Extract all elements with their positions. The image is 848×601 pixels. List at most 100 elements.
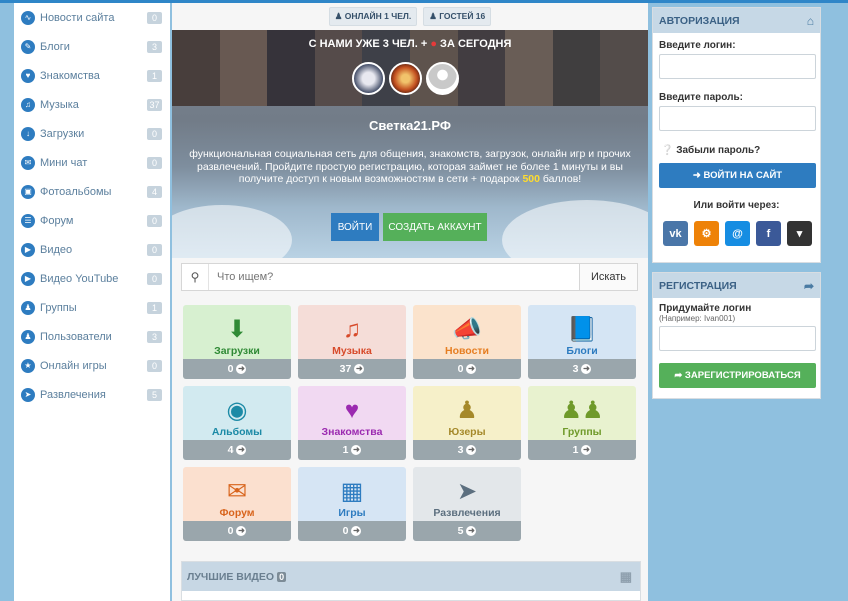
best-videos-panel: ЛУЧШИЕ ВИДЕО 0 ▦: [181, 561, 641, 601]
sidebar: ∿ Новости сайта 0 ✎ Блоги 3 ♥ Знакомства 1 ♫ Музык…: [14, 3, 170, 601]
best-videos-title: ЛУЧШИЕ ВИДЕО: [187, 570, 275, 583]
create-account-button[interactable]: СОЗДАТЬ АККАУНТ: [383, 213, 487, 241]
member-avatar[interactable]: [389, 62, 422, 95]
sidebar-item-label: Форум: [40, 214, 74, 227]
book-icon: 📘: [567, 316, 597, 343]
login-field[interactable]: [659, 54, 816, 79]
heart-icon: ♥: [21, 68, 35, 83]
games-icon: ★: [21, 358, 35, 373]
sidebar-item-label: Развлечения: [40, 388, 106, 401]
sidebar-item-label: Мини чат: [40, 156, 88, 169]
section-tile[interactable]: ▦ Игры 0 ➜: [298, 467, 406, 541]
sidebar-item[interactable]: ✉ Мини чат 0: [14, 148, 170, 177]
section-tile[interactable]: ⬇ Загрузки 0 ➜: [183, 305, 291, 379]
film-icon: ▦: [619, 568, 632, 584]
member-avatar[interactable]: [352, 62, 385, 95]
arrow-right-icon: ➜: [581, 364, 592, 374]
section-tile-body: ♟♟ Группы: [528, 386, 636, 440]
section-tile[interactable]: ♟♟ Группы 1 ➜: [528, 386, 636, 460]
section-tile-label: Загрузки: [214, 345, 260, 357]
section-tile[interactable]: ♫ Музыка 37 ➜: [298, 305, 406, 379]
banner-title-part1: С НАМИ УЖЕ 3 ЧЕЛ. +: [308, 38, 428, 50]
section-tile-count-bar: 0 ➜: [413, 359, 521, 379]
password-field[interactable]: [659, 106, 816, 131]
sidebar-item-count: 3: [147, 40, 162, 53]
register-label: ЗАРЕГИСТРИРОВАТЬСЯ: [684, 370, 801, 381]
section-tile-count-bar: 3 ➜: [528, 359, 636, 379]
section-tile-count: 0: [227, 525, 234, 537]
section-tile[interactable]: ◉ Альбомы 4 ➜: [183, 386, 291, 460]
section-tile-count-bar: 0 ➜: [298, 521, 406, 541]
sidebar-item[interactable]: ▶ Видео YouTube 0: [14, 264, 170, 293]
forum-icon: ☰: [21, 213, 35, 228]
section-tile[interactable]: ♥ Знакомства 1 ➜: [298, 386, 406, 460]
sidebar-item[interactable]: ▣ Фотоальбомы 4: [14, 177, 170, 206]
sidebar-item[interactable]: ♟ Пользователи 3: [14, 322, 170, 351]
online-count-button[interactable]: ♟ ОНЛАЙН 1 ЧЕЛ.: [328, 7, 418, 26]
sidebar-item[interactable]: ★ Онлайн игры 0: [14, 351, 170, 380]
section-tile[interactable]: 📣 Новости 0 ➜: [413, 305, 521, 379]
photo-icon: ▣: [21, 184, 35, 199]
section-tile-label: Знакомства: [321, 426, 383, 438]
guests-count-button[interactable]: ♟ ГОСТЕЙ 16: [423, 7, 492, 26]
section-tile-count: 1: [342, 444, 349, 456]
arrow-right-icon: ➜: [354, 364, 365, 374]
section-tile-count-bar: 1 ➜: [528, 440, 636, 460]
section-tile-label: Юзеры: [448, 426, 486, 438]
section-tile-label: Новости: [444, 345, 490, 357]
sidebar-item[interactable]: ☰ Форум 0: [14, 206, 170, 235]
sidebar-item[interactable]: ♥ Знакомства 1: [14, 61, 170, 90]
social-login: vk ⚙ @ f ▾: [653, 221, 820, 246]
sidebar-item[interactable]: ↓ Загрузки 0: [14, 119, 170, 148]
section-tile-body: ⬇ Загрузки: [183, 305, 291, 359]
sidebar-item-count: 0: [147, 214, 162, 227]
user-icon: ♟: [456, 397, 478, 424]
section-tile-count: 4: [227, 444, 234, 456]
register-button[interactable]: ➦ ЗАРЕГИСТРИРОВАТЬСЯ: [659, 363, 816, 388]
login-hint: (Например: Ivan001): [659, 314, 736, 323]
auth-header: АВТОРИЗАЦИЯ ⌂: [653, 8, 820, 33]
search-input[interactable]: [209, 264, 579, 290]
sidebar-item[interactable]: ♫ Музыка 37: [14, 90, 170, 119]
search-button[interactable]: Искать: [579, 264, 637, 290]
section-tile[interactable]: ♟ Юзеры 3 ➜: [413, 386, 521, 460]
online-bar: ♟ ОНЛАЙН 1 ЧЕЛ. ♟ ГОСТЕЙ 16: [172, 3, 648, 30]
section-tile-body: ➤ Развлечения: [413, 467, 521, 521]
vk-icon[interactable]: vk: [663, 221, 688, 246]
online-label: ОНЛАЙН 1 ЧЕЛ.: [344, 11, 412, 21]
facebook-icon[interactable]: f: [756, 221, 781, 246]
default-avatar[interactable]: [426, 62, 459, 95]
sidebar-item-count: 0: [147, 272, 162, 285]
sidebar-item[interactable]: ▶ Видео 0: [14, 235, 170, 264]
sidebar-item-count: 3: [147, 330, 162, 343]
auth-title: АВТОРИЗАЦИЯ: [659, 14, 740, 27]
login-button[interactable]: ВОЙТИ: [331, 213, 379, 241]
odnoklassniki-icon[interactable]: ⚙: [694, 221, 719, 246]
more-networks-icon[interactable]: ▾: [787, 221, 812, 246]
sidebar-item-label: Видео: [40, 243, 73, 256]
mailru-icon[interactable]: @: [725, 221, 750, 246]
banner-title-part2: ЗА СЕГОДНЯ: [440, 38, 512, 50]
section-tile-body: ♥ Знакомства: [298, 386, 406, 440]
section-tile-count: 5: [457, 525, 464, 537]
section-tile[interactable]: ➤ Развлечения 5 ➜: [413, 467, 521, 541]
sidebar-item[interactable]: ➤ Развлечения 5: [14, 380, 170, 409]
section-tile[interactable]: 📘 Блоги 3 ➜: [528, 305, 636, 379]
new-today-dot: ●: [430, 38, 437, 50]
sidebar-item[interactable]: ∿ Новости сайта 0: [14, 3, 170, 32]
section-tile[interactable]: ✉ Форум 0 ➜: [183, 467, 291, 541]
password-label: Введите пароль:: [659, 92, 743, 103]
site-login-button[interactable]: ➜ ВОЙТИ НА САЙТ: [659, 163, 816, 188]
cubes-icon: ▦: [340, 478, 364, 505]
sidebar-item[interactable]: ✎ Блоги 3: [14, 32, 170, 61]
new-login-field[interactable]: [659, 326, 816, 351]
sidebar-item[interactable]: ♟ Группы 1: [14, 293, 170, 322]
video-icon: ▶: [21, 242, 35, 257]
arrow-right-icon: ➜: [236, 445, 247, 455]
forgot-password-link[interactable]: ❔ Забыли пароль?: [653, 145, 820, 156]
sidebar-item-count: 1: [147, 69, 162, 82]
sidebar-list: ∿ Новости сайта 0 ✎ Блоги 3 ♥ Знакомства 1 ♫ Музык…: [14, 3, 170, 409]
site-login-label: ВОЙТИ НА САЙТ: [703, 170, 783, 181]
arrow-right-icon: ➜: [466, 526, 477, 536]
download-icon: ⬇: [226, 316, 248, 343]
